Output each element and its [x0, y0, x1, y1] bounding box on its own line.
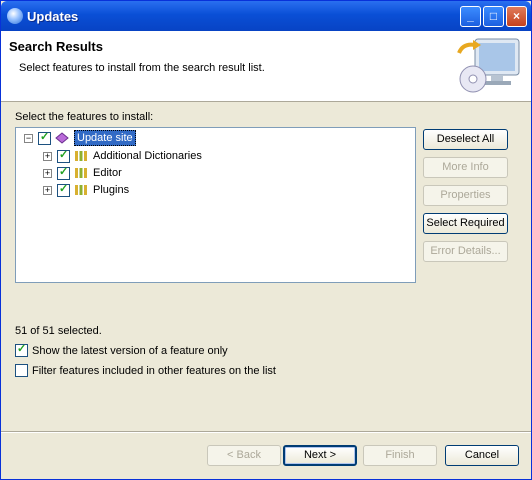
tree-row-editor[interactable]: + Editor — [43, 165, 122, 181]
feature-checkbox[interactable] — [57, 182, 70, 197]
next-button[interactable]: Next > — [283, 445, 357, 466]
monitor-cd-icon — [457, 38, 520, 93]
expand-icon[interactable]: + — [43, 151, 52, 161]
app-icon — [7, 8, 23, 24]
finish-button[interactable]: Finish — [363, 445, 437, 466]
updates-window: Updates _ □ × Search Results Select feat… — [0, 0, 532, 480]
title-bar[interactable]: Updates _ □ × — [1, 1, 531, 31]
update-site-icon — [55, 132, 69, 144]
minimize-button[interactable]: _ — [460, 6, 481, 27]
feature-tree[interactable]: − Update site + Additional Dictionaries … — [15, 127, 416, 283]
collapse-icon[interactable]: − — [24, 133, 33, 143]
expand-icon[interactable]: + — [43, 185, 52, 195]
feature-checkbox[interactable] — [57, 148, 70, 163]
tree-item-label[interactable]: Editor — [93, 167, 122, 179]
latest-version-option[interactable]: Show the latest version of a feature onl… — [15, 342, 228, 357]
properties-button[interactable]: Properties — [423, 185, 508, 206]
select-required-button[interactable]: Select Required — [423, 213, 508, 234]
tree-item-label[interactable]: Plugins — [93, 184, 129, 196]
more-info-button[interactable]: More Info — [423, 157, 508, 178]
footer-divider — [1, 431, 531, 433]
selection-status: 51 of 51 selected. — [15, 325, 102, 337]
feature-checkbox[interactable] — [57, 165, 70, 180]
tree-row-update-site[interactable]: − Update site — [24, 130, 136, 146]
error-details-button[interactable]: Error Details... — [423, 241, 508, 262]
update-site-checkbox[interactable] — [38, 130, 51, 145]
expand-icon[interactable]: + — [43, 168, 52, 178]
feature-icon — [75, 168, 87, 178]
latest-version-checkbox[interactable] — [15, 342, 28, 357]
page-title: Search Results — [9, 39, 103, 54]
filter-features-option[interactable]: Filter features included in other featur… — [15, 364, 276, 377]
cancel-button[interactable]: Cancel — [445, 445, 519, 466]
tree-item-label[interactable]: Update site — [74, 130, 136, 146]
tree-item-label[interactable]: Additional Dictionaries — [93, 150, 202, 162]
filter-features-label[interactable]: Filter features included in other featur… — [32, 365, 276, 377]
wizard-header: Search Results Select features to instal… — [1, 31, 531, 102]
close-button[interactable]: × — [506, 6, 527, 27]
page-description: Select features to install from the sear… — [19, 62, 265, 74]
maximize-button[interactable]: □ — [483, 6, 504, 27]
window-title: Updates — [27, 9, 79, 24]
feature-icon — [75, 151, 87, 161]
latest-version-label[interactable]: Show the latest version of a feature onl… — [32, 345, 228, 357]
tree-label: Select the features to install: — [15, 111, 154, 123]
filter-features-checkbox[interactable] — [15, 364, 28, 377]
feature-icon — [75, 185, 87, 195]
tree-row-plugins[interactable]: + Plugins — [43, 182, 129, 198]
tree-row-additional-dictionaries[interactable]: + Additional Dictionaries — [43, 148, 202, 164]
back-button[interactable]: < Back — [207, 445, 281, 466]
deselect-all-button[interactable]: Deselect All — [423, 129, 508, 150]
